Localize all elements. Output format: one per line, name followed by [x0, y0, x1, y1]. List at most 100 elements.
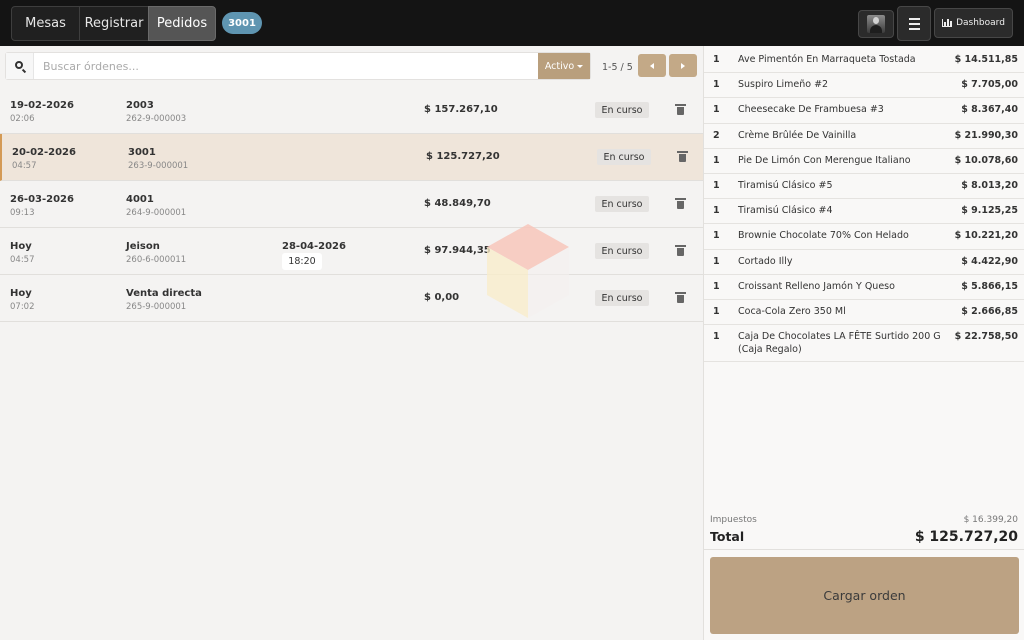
order-name: 3001	[128, 147, 156, 158]
order-item[interactable]: 1 Caja De Chocolates LA FÊTE Surtido 200…	[704, 325, 1024, 363]
order-amount: $ 97.944,35	[424, 245, 491, 256]
pagination-info: 1-5 / 5	[602, 62, 633, 73]
item-qty: 1	[713, 154, 720, 166]
item-qty: 1	[713, 205, 720, 217]
order-totals: Impuestos $ 16.399,20 Total $ 125.727,20	[704, 513, 1024, 550]
total-value: $ 125.727,20	[914, 529, 1018, 545]
order-item[interactable]: 1 Coca-Cola Zero 350 Ml $ 2.666,85	[704, 300, 1024, 326]
order-item[interactable]: 1 Ave Pimentón En Marraqueta Tostada $ 1…	[704, 48, 1024, 74]
order-name: 2003	[126, 100, 154, 111]
item-price: $ 22.758,50	[954, 331, 1018, 343]
prev-page-button[interactable]	[638, 54, 666, 77]
next-page-button[interactable]	[669, 54, 697, 77]
item-price: $ 7.705,00	[961, 79, 1018, 91]
item-qty: 1	[713, 54, 720, 65]
status-filter-dropdown[interactable]: Activo	[538, 53, 590, 79]
order-item[interactable]: 1 Cortado Illy $ 4.422,90	[704, 250, 1024, 275]
tab-pedidos[interactable]: Pedidos	[148, 6, 216, 41]
item-price: $ 9.125,25	[961, 205, 1018, 217]
order-item[interactable]: 1 Suspiro Limeño #2 $ 7.705,00	[704, 73, 1024, 99]
order-item[interactable]: 1 Tiramisú Clásico #4 $ 9.125,25	[704, 199, 1024, 225]
order-row[interactable]: 19-02-2026 02:06 2003 262-9-000003 $ 157…	[0, 87, 703, 134]
order-row[interactable]: 26-03-2026 09:13 4001 264-9-000001 $ 48.…	[0, 181, 703, 228]
order-code: 263-9-000001	[128, 161, 189, 171]
item-price: $ 5.866,15	[961, 280, 1018, 292]
load-order-button[interactable]: Cargar orden	[710, 557, 1019, 634]
order-row-selected[interactable]: 20-02-2026 04:57 3001 263-9-000001 $ 125…	[0, 134, 703, 181]
order-item[interactable]: 1 Croissant Relleno Jamón Y Queso $ 5.86…	[704, 275, 1024, 300]
tab-registrar[interactable]: Registrar	[79, 6, 149, 41]
top-bar: Mesas Registrar Pedidos 3001 Dashboard	[0, 0, 1024, 46]
item-name: Ave Pimentón En Marraqueta Tostada	[738, 54, 916, 65]
order-item[interactable]: 1 Tiramisú Clásico #5 $ 8.013,20	[704, 174, 1024, 200]
item-price: $ 8.013,20	[961, 179, 1018, 191]
item-price: $ 2.666,85	[961, 305, 1018, 317]
item-name: Cheesecake De Frambuesa #3	[738, 104, 884, 116]
item-price: $ 10.078,60	[954, 154, 1018, 166]
order-date: 19-02-2026	[10, 100, 74, 111]
order-date: 20-02-2026	[12, 147, 76, 158]
orders-panel: Activo 1-5 / 5 19-02-2026 02:06 2003 262…	[0, 46, 703, 640]
item-qty: 1	[713, 230, 720, 242]
item-qty: 1	[713, 305, 720, 317]
active-order-badge[interactable]: 3001	[222, 12, 262, 34]
order-item[interactable]: 2 Crème Brûlée De Vainilla $ 21.990,30	[704, 124, 1024, 149]
hamburger-icon	[908, 17, 920, 20]
dashboard-button[interactable]: Dashboard	[934, 8, 1013, 38]
item-qty: 2	[713, 129, 720, 141]
tax-label: Impuestos	[710, 515, 757, 525]
caret-down-icon	[577, 64, 584, 68]
dashboard-label: Dashboard	[956, 18, 1005, 28]
total-label: Total	[710, 529, 745, 544]
item-name: Coca-Cola Zero 350 Ml	[738, 305, 846, 317]
search-icon[interactable]	[6, 53, 34, 79]
menu-button[interactable]	[897, 6, 931, 41]
order-name: Jeison	[126, 241, 160, 252]
order-time: 04:57	[10, 255, 35, 265]
order-time: 02:06	[10, 114, 35, 124]
search-input[interactable]	[34, 53, 538, 79]
order-amount: $ 125.727,20	[426, 151, 500, 162]
order-status-badge: En curso	[595, 102, 649, 118]
order-code: 265-9-000001	[126, 302, 187, 312]
order-item[interactable]: 1 Brownie Chocolate 70% Con Helado $ 10.…	[704, 224, 1024, 250]
order-amount: $ 157.267,10	[424, 104, 498, 115]
item-name: Brownie Chocolate 70% Con Helado	[738, 230, 909, 242]
orders-list: 19-02-2026 02:06 2003 262-9-000003 $ 157…	[0, 87, 703, 322]
order-amount: $ 48.849,70	[424, 198, 491, 209]
item-qty: 1	[713, 104, 720, 116]
order-date: 26-03-2026	[10, 194, 74, 205]
order-time: 09:13	[10, 208, 35, 218]
item-price: $ 10.221,20	[954, 230, 1018, 242]
trash-icon[interactable]	[675, 292, 686, 303]
item-price: $ 4.422,90	[961, 255, 1018, 267]
order-name: 4001	[126, 194, 154, 205]
item-name: Cortado Illy	[738, 255, 793, 267]
order-name: Venta directa	[126, 288, 202, 299]
scheduled-time: 18:20	[282, 253, 322, 270]
item-name: Suspiro Limeño #2	[738, 79, 829, 91]
item-name: Caja De Chocolates LA FÊTE Surtido 200 G…	[738, 331, 941, 355]
bar-chart-icon	[942, 19, 953, 27]
item-qty: 1	[713, 179, 720, 191]
scheduled-date: 28-04-2026	[282, 241, 346, 252]
tab-mesas[interactable]: Mesas	[11, 6, 80, 41]
user-avatar-button[interactable]	[858, 10, 894, 38]
item-name: Tiramisú Clásico #5	[738, 179, 833, 191]
order-amount: $ 0,00	[424, 292, 460, 303]
order-date: Hoy	[10, 288, 32, 299]
trash-icon[interactable]	[675, 245, 686, 256]
order-row[interactable]: Hoy 04:57 Jeison 260-6-000011 28-04-2026…	[0, 228, 703, 275]
trash-icon[interactable]	[675, 198, 686, 209]
order-item[interactable]: 1 Cheesecake De Frambuesa #3 $ 8.367,40	[704, 98, 1024, 124]
chevron-right-icon	[681, 62, 685, 69]
order-status-badge: En curso	[595, 196, 649, 212]
trash-icon[interactable]	[677, 151, 688, 162]
order-item[interactable]: 1 Pie De Limón Con Merengue Italiano $ 1…	[704, 149, 1024, 174]
status-filter-label: Activo	[544, 60, 575, 72]
order-row[interactable]: Hoy 07:02 Venta directa 265-9-000001 $ 0…	[0, 275, 703, 322]
order-status-badge: En curso	[597, 149, 651, 165]
item-name: Croissant Relleno Jamón Y Queso	[738, 280, 895, 292]
item-qty: 1	[713, 331, 720, 343]
trash-icon[interactable]	[675, 104, 686, 115]
